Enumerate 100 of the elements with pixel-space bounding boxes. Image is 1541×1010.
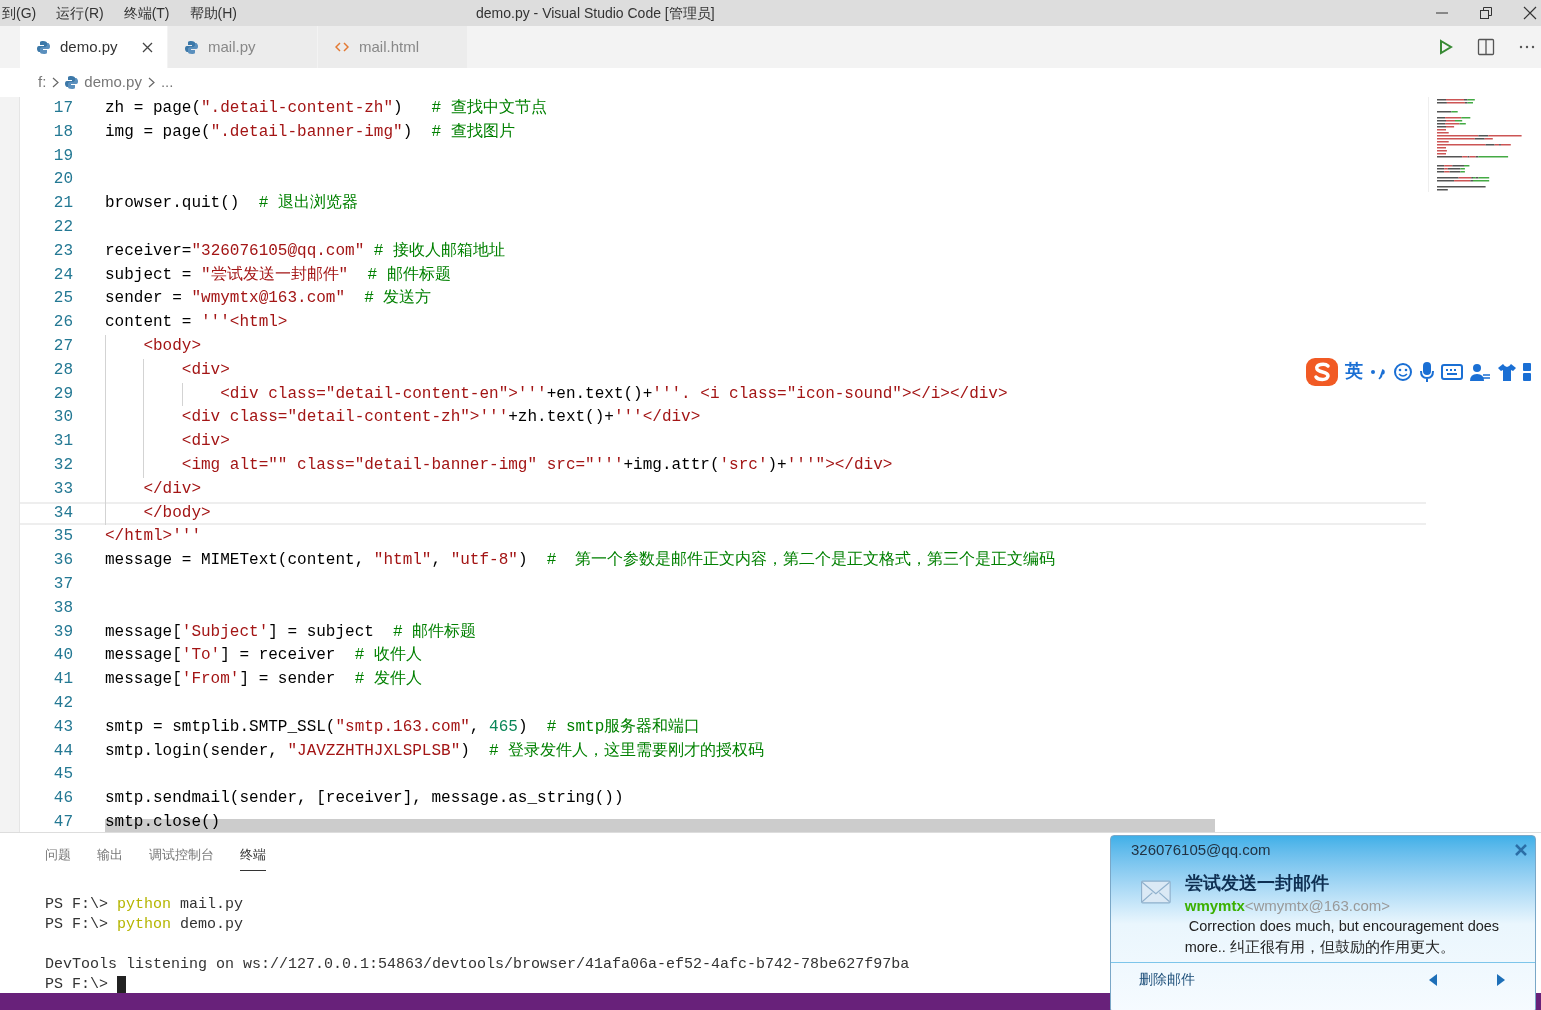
previous-icon[interactable] (1429, 973, 1437, 986)
delete-mail-link[interactable]: 删除邮件 (1139, 969, 1195, 990)
editor-tab[interactable]: mail.py (168, 26, 318, 68)
line-number: 45 (52, 765, 73, 786)
next-icon[interactable] (1497, 973, 1505, 986)
menu-item[interactable]: 到(G) (2, 2, 37, 24)
ime-mode[interactable]: 英 (1345, 358, 1363, 385)
mail-subject: 尝试发送一封邮件 (1184, 872, 1330, 894)
editor-tab[interactable]: mail.html (318, 26, 468, 68)
line-number: 36 (52, 551, 73, 571)
line-number: 17 (52, 99, 73, 119)
line-number: 37 (52, 574, 73, 595)
code-line: message = MIMEText(content, "html", "utf-8") # 第一个参数是邮件正文内容，第二个是正文格式，第三个是正文编码 (105, 551, 1056, 571)
panel-tab[interactable]: 问题 (45, 845, 71, 871)
close-icon[interactable] (1523, 6, 1537, 20)
code-line: smtp.login(sender, "JAVZZHTHJXLSPLSB") # 登录发件人，这里需要刚才的授权码 (105, 741, 765, 762)
terminal-line: DevTools listening on ws://127.0.0.1:54863/devtools/browser/41afa06a-ef52-4afc-b742-78be627f97ba (45, 954, 910, 975)
code-line: <div class="detail-content-zh">'''+zh.text()+'''</div> (105, 408, 701, 429)
code-line: smtp = smtplib.SMTP_SSL("smtp.163.com", 465) # smtp服务器和端口 (105, 717, 701, 738)
code-line: <body> (105, 336, 201, 357)
line-number: 32 (52, 455, 73, 476)
line-number: 20 (52, 170, 73, 191)
line-number: 40 (52, 646, 73, 667)
line-number: 24 (52, 265, 73, 286)
breadcrumb-item[interactable]: f: (38, 71, 47, 94)
line-number: 22 (52, 218, 73, 238)
restore-icon[interactable] (1479, 6, 1493, 20)
line-number: 31 (52, 432, 73, 452)
chevron-icon (147, 77, 155, 88)
ime-logo-icon[interactable] (1305, 355, 1339, 388)
code-line: <div class="detail-content-en">'''+en.text()+'''. <i class="icon-sound"></i></div> (105, 384, 1008, 405)
line-number: 21 (52, 194, 73, 214)
shirt-icon[interactable] (1497, 361, 1517, 382)
panel-tab[interactable]: 终端 (240, 845, 266, 871)
user-icon[interactable] (1469, 361, 1491, 382)
code-line: smtp.close() (105, 812, 221, 833)
code-line: img = page(".detail-banner-img") # 查找图片 (105, 122, 515, 143)
editor-tab[interactable]: demo.py (20, 26, 168, 68)
menu-item[interactable]: 运行(R) (56, 2, 104, 24)
sender-email: <wmymtx@163.com> (1244, 896, 1391, 916)
python-file-icon (185, 40, 198, 54)
line-number: 18 (52, 122, 73, 143)
line-number: 34 (52, 503, 73, 524)
line-number: 25 (52, 289, 73, 310)
line-number: 35 (52, 527, 73, 548)
code-file-icon (335, 42, 349, 52)
line-number: 39 (52, 622, 73, 643)
line-number: 42 (52, 693, 73, 714)
run-icon[interactable] (1439, 39, 1453, 55)
chevron-icon (52, 77, 60, 88)
line-number: 28 (52, 360, 73, 381)
code-line: browser.quit() # 退出浏览器 (105, 194, 358, 214)
menu-item[interactable]: 终端(T) (123, 2, 170, 24)
line-number: 27 (52, 336, 73, 357)
terminal-line: PS F:\> python demo.py (45, 914, 244, 935)
line-number: 30 (52, 408, 73, 429)
panel-tab[interactable]: 调试控制台 (149, 845, 214, 871)
code-line: message['To'] = receiver # 收件人 (105, 646, 422, 667)
grid-icon[interactable] (1523, 361, 1531, 382)
line-number: 41 (52, 670, 73, 690)
breadcrumb-item[interactable]: ... (160, 71, 174, 94)
python-file-icon (65, 76, 79, 89)
code-line: </body> (105, 503, 211, 524)
terminal-cursor (117, 975, 126, 994)
code-line: </html>''' (105, 527, 201, 548)
code-line: smtp.sendmail(sender, [receiver], message.as_string()) (105, 789, 624, 809)
code-line: content = '''<html> (105, 313, 288, 333)
keyboard-icon[interactable] (1441, 363, 1463, 380)
emoji-icon[interactable] (1393, 361, 1413, 382)
code-line: sender = "wmymtx@163.com" # 发送方 (105, 289, 432, 310)
code-line: zh = page(".detail-content-zh") # 查找中文节点 (105, 99, 547, 119)
line-number: 19 (52, 146, 73, 167)
code-line: <div> (105, 360, 230, 381)
breadcrumb-item[interactable]: demo.py (84, 71, 142, 94)
line-number: 29 (52, 384, 73, 405)
terminal-line: PS F:\> (45, 974, 109, 995)
microphone-icon[interactable] (1419, 360, 1435, 383)
code-line: <div> (105, 432, 230, 452)
notification-recipient: 326076105@qq.com (1131, 839, 1271, 860)
line-number: 44 (52, 741, 73, 762)
split-editor-icon[interactable] (1477, 38, 1495, 56)
menu-item[interactable]: 帮助(H) (189, 2, 237, 24)
line-number: 43 (52, 717, 73, 738)
line-number: 47 (52, 812, 73, 833)
line-number: 38 (52, 598, 73, 619)
line-number: 33 (52, 479, 73, 500)
window-title: demo.py - Visual Studio Code [管理员] (476, 3, 715, 23)
terminal-line: PS F:\> python mail.py (45, 894, 244, 915)
line-number: 46 (52, 789, 73, 809)
sender-name: wmymtx (1184, 896, 1245, 916)
code-line: <img alt="" class="detail-banner-img" src="'''+img.attr('src')+'''"></div> (105, 455, 893, 476)
code-line: message['Subject'] = subject # 邮件标题 (105, 622, 477, 643)
code-line: message['From'] = sender # 发件人 (105, 670, 422, 690)
more-icon[interactable] (1519, 45, 1535, 49)
code-line: subject = "尝试发送一封邮件" # 邮件标题 (105, 265, 451, 286)
panel-tab[interactable]: 输出 (97, 845, 123, 871)
mail-preview: Correction does much, but encouragement does more.. 纠正很有用，但鼓励的作用更大。 (1184, 917, 1501, 957)
code-line: receiver="326076105@qq.com" # 接收人邮箱地址 (105, 241, 506, 262)
line-number: 26 (52, 313, 73, 333)
close-icon[interactable] (142, 41, 153, 53)
